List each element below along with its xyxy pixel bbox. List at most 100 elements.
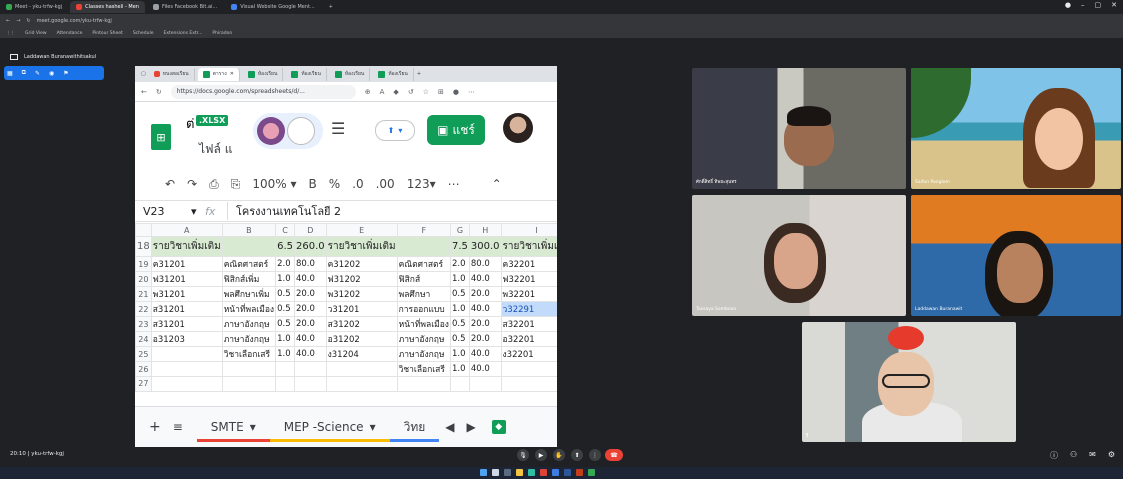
inner-tab[interactable]: ห้องเรียน	[286, 67, 327, 81]
close-tab-icon[interactable]: ✕	[230, 71, 234, 77]
cell[interactable]: ภาษาอังกฤษ	[221, 316, 277, 332]
row-header[interactable]: 24	[135, 331, 152, 347]
cell[interactable]: อ32201	[500, 331, 557, 347]
cell[interactable]: ส31201	[150, 316, 223, 332]
column-header[interactable]: B	[221, 223, 277, 237]
back-icon[interactable]: ←	[6, 18, 10, 24]
inner-tab[interactable]: ห้องเรียน	[373, 67, 414, 81]
cell[interactable]: 40.0	[293, 346, 327, 362]
cell[interactable]: 40.0	[468, 361, 502, 377]
cell[interactable]: 20.0	[468, 316, 502, 332]
profile-icon[interactable]: ●	[1065, 1, 1071, 9]
cell[interactable]: 300.0	[468, 236, 502, 257]
column-header[interactable]: A	[150, 223, 223, 237]
browser-tab-active[interactable]: Classes hasheli - Men	[70, 1, 145, 13]
cell[interactable]: 1.0	[449, 346, 470, 362]
chrome-icon[interactable]: ◉	[49, 70, 54, 77]
cell[interactable]	[293, 361, 327, 377]
row-header[interactable]: 26	[135, 361, 152, 377]
cell[interactable]	[150, 346, 223, 362]
row-header[interactable]: 23	[135, 316, 152, 332]
info-icon[interactable]: ⓘ	[1050, 450, 1058, 461]
refresh-icon[interactable]: ↺	[408, 88, 414, 96]
cell[interactable]: 1.0	[449, 361, 470, 377]
taskview-icon[interactable]	[504, 469, 511, 476]
present-button[interactable]: ⬆ ▾	[375, 120, 415, 141]
print-icon[interactable]: ⎙	[209, 177, 219, 192]
video-tile[interactable]: ศักดิ์สิทธิ์ ทิพยะสุนทร	[692, 68, 906, 189]
more-icon[interactable]: ⋯	[468, 88, 475, 96]
cell[interactable]: พลศึกษา	[396, 286, 451, 302]
redo-icon[interactable]: ↷	[187, 177, 197, 191]
cell[interactable]: 1.0	[449, 271, 470, 287]
cell[interactable]: หน้าที่พลเมือง	[221, 301, 277, 317]
cell[interactable]: 0.5	[449, 331, 470, 347]
explorer-icon[interactable]	[516, 469, 523, 476]
bookmark[interactable]: Extensions Extr...	[164, 31, 203, 36]
extension-icon[interactable]: ◆	[393, 88, 398, 96]
cell[interactable]: อ31203	[150, 331, 223, 347]
column-header[interactable]: H	[468, 223, 502, 237]
bold-button[interactable]: B	[309, 177, 317, 191]
collapse-icon[interactable]: ⌃	[492, 177, 502, 191]
video-tile[interactable]: Laddawan Buranawit	[911, 195, 1121, 316]
cell[interactable]	[221, 361, 277, 377]
cell[interactable]: วิชาเลือกเสรี	[221, 346, 277, 362]
paint-format-icon[interactable]: ⎘	[231, 177, 241, 192]
cell[interactable]: 0.5	[275, 301, 295, 317]
share-button[interactable]: ▣ แชร์	[427, 115, 485, 145]
chrome-icon[interactable]	[540, 469, 547, 476]
inner-tab[interactable]: ห้องเรียน	[242, 67, 284, 81]
cell[interactable]: ฟิสิกส์เพิ่ม	[221, 271, 277, 287]
bookmark[interactable]: Pintour Sheet	[92, 31, 122, 36]
favorite-icon[interactable]: ☆	[423, 88, 429, 96]
cell[interactable]: ง32201	[500, 346, 557, 362]
url-text[interactable]: meet.google.com/yku-trfw-kgj	[37, 18, 112, 24]
cell[interactable]: ฟ31202	[325, 271, 398, 287]
word-icon[interactable]	[564, 469, 571, 476]
scroll-left-icon[interactable]: ◀	[439, 420, 460, 434]
formula-input[interactable]: โครงงานเทคโนโลยี 2	[227, 202, 341, 220]
browser-tab[interactable]: Visual Website Google Ment...	[225, 1, 321, 13]
profile-icon[interactable]: ●	[453, 88, 459, 96]
meet-app-icon[interactable]	[588, 469, 595, 476]
cell[interactable]: 20.0	[293, 286, 327, 302]
bookmark[interactable]: Phiradon	[212, 31, 232, 36]
cell[interactable]: 40.0	[293, 271, 327, 287]
column-header[interactable]: F	[396, 223, 451, 237]
cell[interactable]	[221, 376, 277, 392]
cell[interactable]: 20.0	[468, 331, 502, 347]
name-box[interactable]: V23	[135, 205, 191, 218]
cell[interactable]: คณิตศาสตร์	[221, 256, 277, 272]
cell[interactable]: 40.0	[468, 346, 502, 362]
reload-icon[interactable]: ↻	[26, 18, 30, 24]
column-header[interactable]: I	[500, 223, 557, 237]
cell[interactable]: ฟิสิกส์	[396, 271, 451, 287]
sheets-logo-icon[interactable]: ⊞	[151, 124, 171, 150]
cell[interactable]: 40.0	[468, 301, 502, 317]
cell[interactable]: ภาษาอังกฤษ	[221, 331, 277, 347]
cell[interactable]: 80.0	[468, 256, 502, 272]
menu-file[interactable]: ไฟล์ แ	[199, 140, 232, 159]
cell[interactable]: คณิตศาสตร์	[396, 256, 451, 272]
zoom-select[interactable]: 100% ▾	[252, 177, 296, 191]
mic-button[interactable]: 🎙	[517, 449, 529, 461]
sheet-tab[interactable]: SMTE ▾	[196, 412, 270, 442]
present-button[interactable]: ⬆	[571, 449, 583, 461]
cell[interactable]	[293, 376, 327, 392]
cell[interactable]: 20.0	[468, 286, 502, 302]
cell[interactable]: 1.0	[449, 301, 470, 317]
collections-icon[interactable]: ⊞	[438, 88, 444, 96]
cell[interactable]: วิชาเลือกเสรี	[396, 361, 451, 377]
minimize-icon[interactable]: –	[1081, 1, 1085, 9]
cell[interactable]: 2.0	[449, 256, 470, 272]
row-header[interactable]: 27	[135, 376, 152, 392]
cell[interactable]: ส31202	[325, 316, 398, 332]
cell[interactable]: พลศึกษาเพิ่ม	[221, 286, 277, 302]
cell[interactable]: 260.0	[293, 236, 327, 257]
cell[interactable]	[325, 376, 398, 392]
cell[interactable]	[500, 361, 557, 377]
maximize-icon[interactable]: ▢	[1095, 1, 1102, 9]
avatar[interactable]	[287, 117, 315, 145]
copy-icon[interactable]: ⧉	[22, 69, 26, 77]
